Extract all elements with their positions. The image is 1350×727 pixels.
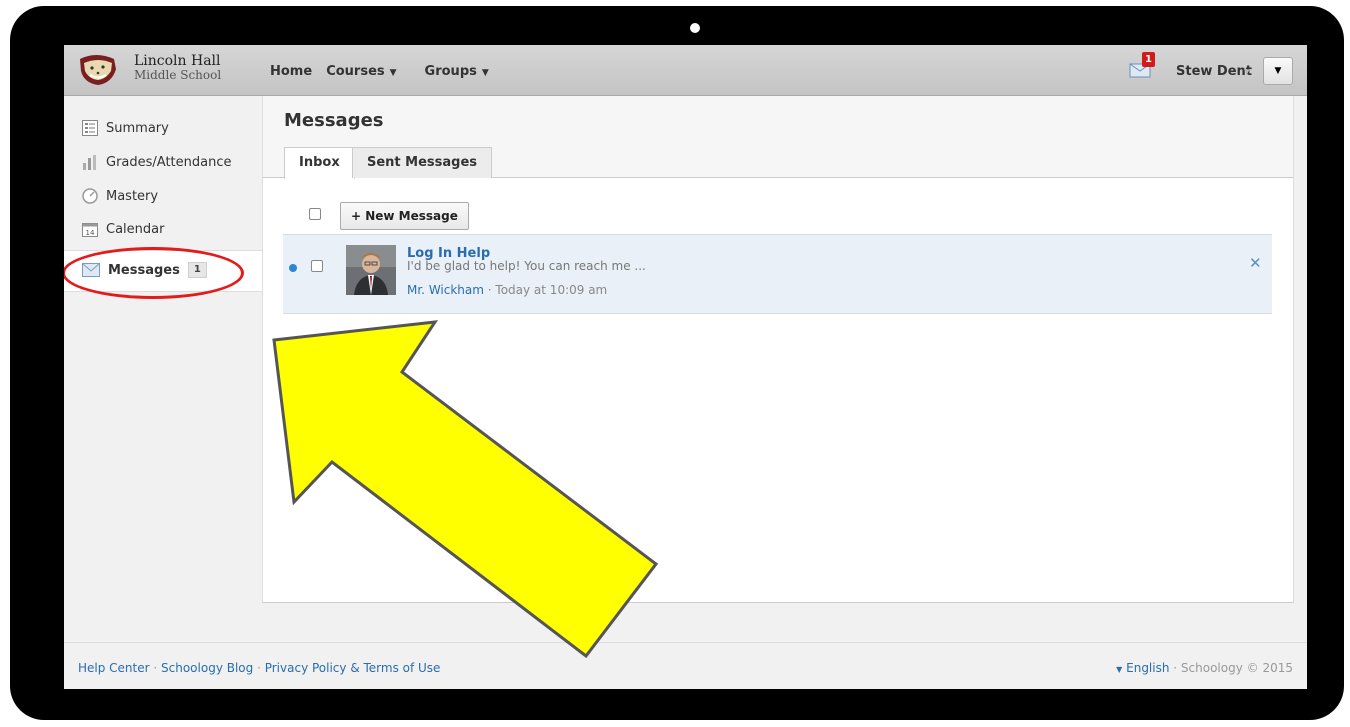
- message-checkbox[interactable]: [311, 260, 323, 272]
- footer-blog-link[interactable]: Schoology Blog: [161, 661, 253, 675]
- camera-dot: [690, 23, 700, 33]
- bar-chart-icon: [83, 155, 96, 170]
- sidebar-item-label: Calendar: [106, 221, 165, 237]
- chevron-down-icon: ▼: [1116, 665, 1123, 674]
- sidebar-item-label: Summary: [106, 120, 169, 136]
- sidebar-item-mastery[interactable]: Mastery: [82, 184, 158, 208]
- main-header: Messages Inbox Sent Messages: [263, 96, 1293, 179]
- tab-sent-messages[interactable]: Sent Messages: [352, 147, 493, 178]
- jaguar-logo-icon: [80, 55, 116, 85]
- sidebar-item-calendar[interactable]: 14 Calendar: [82, 217, 164, 241]
- message-preview: I'd be glad to help! You can reach me ..…: [407, 259, 646, 273]
- top-nav: Home Courses ▼ Groups ▼: [270, 64, 517, 79]
- footer-separator: ·: [253, 661, 265, 675]
- summary-icon: [82, 120, 98, 136]
- school-name[interactable]: Lincoln Hall Middle School: [134, 54, 221, 82]
- highlight-ring-annotation: [64, 247, 244, 299]
- chevron-down-icon: ▼: [481, 68, 489, 78]
- footer-right: ▼ English · Schoology © 2015: [1116, 661, 1293, 675]
- sidebar-item-grades-attendance[interactable]: Grades/Attendance: [82, 150, 232, 174]
- avatar: [346, 245, 396, 295]
- footer-separator: ·: [149, 661, 162, 675]
- nav-groups[interactable]: Groups ▼: [425, 64, 503, 79]
- chevron-down-icon: ▼: [1274, 66, 1282, 76]
- user-dropdown-button[interactable]: ▼: [1263, 57, 1293, 85]
- browser-screen: Lincoln Hall Middle School Home Courses ▼ G…: [64, 45, 1307, 689]
- language-selector[interactable]: ▼ English: [1116, 661, 1169, 675]
- nav-courses[interactable]: Courses ▼: [326, 64, 410, 79]
- nav-courses-label: Courses: [326, 64, 385, 79]
- sidebar-item-label: Grades/Attendance: [106, 154, 232, 170]
- calendar-icon: 14: [82, 223, 98, 237]
- tab-inbox[interactable]: Inbox: [284, 147, 355, 179]
- school-name-line1: Lincoln Hall: [134, 53, 221, 69]
- nav-home[interactable]: Home: [270, 64, 312, 79]
- sidebar-item-label: Mastery: [106, 188, 159, 204]
- copyright-text: Schoology © 2015: [1180, 661, 1293, 675]
- unread-indicator-icon: [289, 264, 297, 272]
- calendar-day-number: 14: [86, 229, 95, 237]
- select-all-checkbox[interactable]: [309, 208, 321, 220]
- delete-message-close-icon[interactable]: ✕: [1249, 254, 1262, 272]
- footer-links: Help Center · Schoology Blog · Privacy P…: [78, 661, 440, 675]
- new-message-button[interactable]: + New Message: [340, 202, 469, 230]
- footer-privacy-link[interactable]: Privacy Policy & Terms of Use: [265, 661, 441, 675]
- message-sender-link[interactable]: Mr. Wickham: [407, 283, 484, 297]
- user-menu-caret-icon: ▾: [1244, 65, 1250, 78]
- mail-count-badge: 1: [1142, 52, 1155, 67]
- message-time: · Today at 10:09 am: [487, 283, 608, 297]
- page-title: Messages: [284, 110, 384, 131]
- chevron-down-icon: ▼: [389, 68, 397, 78]
- footer-separator: ·: [1169, 661, 1181, 675]
- message-meta: Mr. Wickham · Today at 10:09 am: [407, 283, 607, 297]
- message-row[interactable]: Log In Help I'd be glad to help! You can…: [283, 234, 1272, 314]
- user-name[interactable]: Stew Dent: [1176, 64, 1252, 79]
- gauge-icon: [82, 188, 98, 204]
- top-bar: Lincoln Hall Middle School Home Courses ▼ G…: [64, 45, 1307, 96]
- sidebar: Summary Grades/Attendance Mastery 14 Cal…: [64, 96, 262, 606]
- school-name-line2: Middle School: [134, 68, 222, 82]
- yellow-arrow-annotation: [272, 320, 659, 658]
- language-label: English: [1126, 661, 1170, 675]
- footer-divider: [64, 642, 1307, 643]
- sidebar-item-summary[interactable]: Summary: [82, 116, 169, 140]
- nav-groups-label: Groups: [424, 64, 477, 79]
- footer-help-center-link[interactable]: Help Center: [78, 661, 150, 675]
